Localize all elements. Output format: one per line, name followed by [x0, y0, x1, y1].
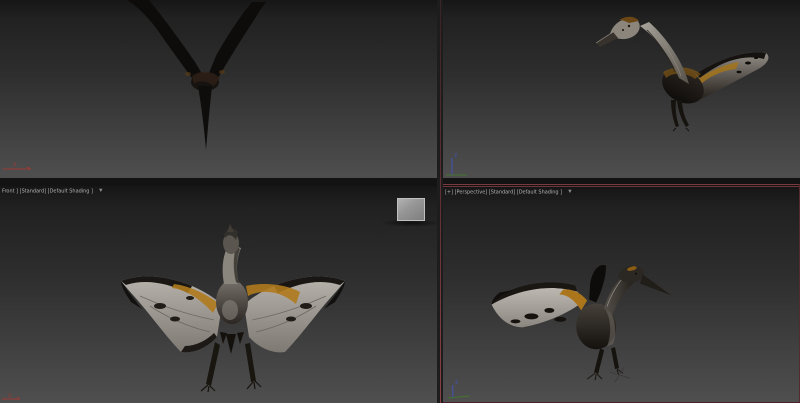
active-viewport-top-border	[437, 184, 800, 185]
world-axis-gizmo: x	[3, 161, 31, 169]
viewport-splitter-vertical[interactable]	[437, 0, 443, 403]
axis-x-label: x	[13, 161, 17, 168]
viewport-front[interactable]: x Front ] [Standard] [Default Shading ] …	[0, 186, 437, 403]
viewport-splitter-horizontal[interactable]	[0, 178, 800, 186]
model-silhouette[interactable]	[127, 0, 266, 150]
viewport-splitter-line	[440, 0, 441, 403]
perspective-view-canvas: z	[443, 187, 800, 403]
world-axis-gizmo: x	[2, 392, 20, 399]
viewport-label-text[interactable]: [+] [Perspective] [Standard] [Default Sh…	[445, 189, 562, 195]
front-view-canvas: x	[0, 186, 437, 403]
per-view-label-menu-icon[interactable]: ▼	[99, 189, 102, 193]
axis-x-label: x	[8, 392, 12, 399]
side-view-canvas: z	[443, 0, 800, 178]
viewport-label-text[interactable]: Front ] [Standard] [Default Shading ]	[2, 188, 93, 194]
world-axis-gizmo: z	[446, 152, 467, 175]
model-perspective-view[interactable]	[492, 265, 672, 382]
model-side-view[interactable]	[596, 17, 768, 131]
box-object[interactable]	[397, 198, 425, 221]
viewport-perspective[interactable]: z [+] [Perspective] [Standard] [Default …	[443, 186, 800, 403]
viewport-label-front[interactable]: Front ] [Standard] [Default Shading ] ▼	[2, 188, 102, 194]
model-front-view[interactable]	[121, 224, 345, 392]
viewport-top-right[interactable]: z	[443, 0, 800, 178]
axis-z-label: z	[455, 379, 459, 386]
top-view-canvas: x	[0, 0, 437, 178]
per-view-label-menu-icon[interactable]: ▼	[568, 190, 571, 194]
world-axis-gizmo: z	[448, 379, 470, 398]
quad-viewport-screen: x	[0, 0, 800, 403]
pivot-cross	[610, 367, 630, 382]
viewport-top-left[interactable]: x	[0, 0, 437, 178]
axis-z-label: z	[454, 152, 458, 159]
viewport-label-perspective[interactable]: [+] [Perspective] [Standard] [Default Sh…	[445, 189, 572, 195]
